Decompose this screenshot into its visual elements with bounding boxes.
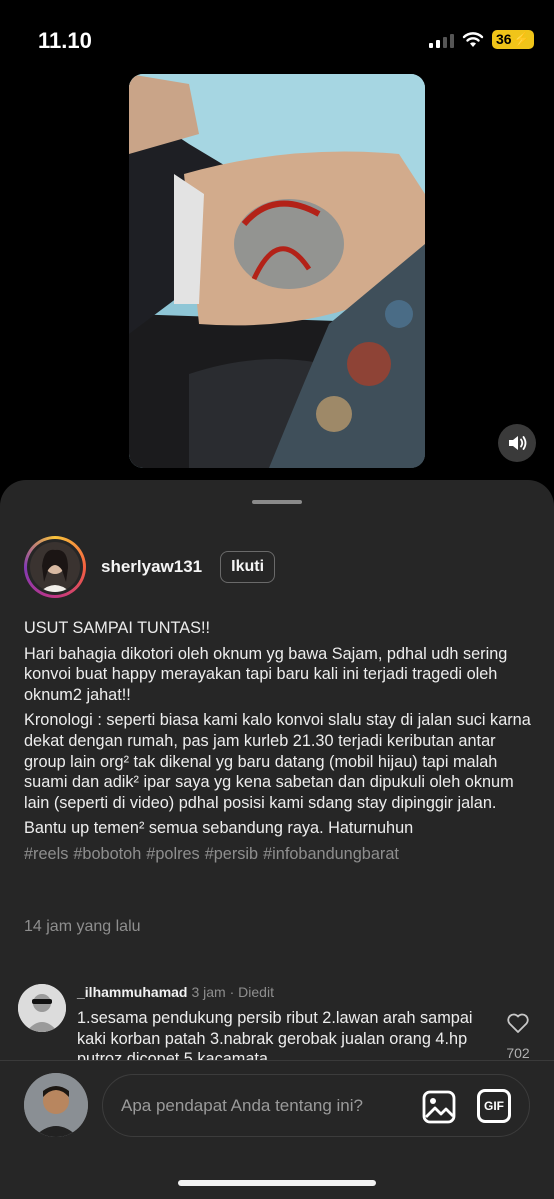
image-icon[interactable]: [421, 1089, 457, 1125]
hashtag-link[interactable]: #reels: [24, 845, 68, 863]
post-author: sherlyaw131 Ikuti: [24, 536, 276, 598]
like-count: 702: [506, 1045, 530, 1060]
hashtag-link[interactable]: #persib: [205, 845, 258, 863]
hashtag-list: #reels #bobotoh #polres #persib #infobandung…: [24, 844, 536, 865]
comment-input[interactable]: Apa pendapat Anda tentang ini? GIF: [102, 1074, 530, 1137]
follow-button[interactable]: Ikuti: [220, 551, 276, 583]
comment-text: 1.sesama pendukung persib ribut 2.lawan …: [77, 1009, 473, 1060]
battery-indicator: 36 ⚡: [491, 30, 534, 49]
status-bar: 11.10 36 ⚡: [0, 0, 554, 70]
post-caption: USUT SAMPAI TUNTAS!! Hari bahagia dikoto…: [24, 618, 536, 870]
commenter-username[interactable]: _ilhammuhamad: [77, 984, 187, 1000]
caption-paragraph: Bantu up temen² semua sebandung raya. Ha…: [24, 819, 414, 838]
hashtag-link[interactable]: #polres: [146, 845, 199, 863]
wifi-icon: [462, 31, 484, 48]
battery-level: 36: [495, 31, 512, 47]
heart-icon[interactable]: [506, 1012, 530, 1034]
author-username[interactable]: sherlyaw131: [101, 557, 202, 577]
charging-icon: ⚡: [512, 31, 530, 47]
post-timestamp: 14 jam yang lalu: [24, 918, 141, 935]
home-indicator: [178, 1180, 376, 1186]
hashtag-link[interactable]: #infobandungbarat: [263, 845, 399, 863]
comment-like[interactable]: 702: [498, 1012, 538, 1060]
caption-title: USUT SAMPAI TUNTAS!!: [24, 619, 211, 637]
comment-meta: 3 jam · Diedit: [191, 984, 274, 1000]
comments-sheet: sherlyaw131 Ikuti USUT SAMPAI TUNTAS!! H…: [0, 480, 554, 1199]
comment-header: _ilhammuhamad 3 jam · Diedit: [77, 984, 274, 1000]
video-frame: [129, 74, 425, 468]
author-avatar[interactable]: [24, 536, 86, 598]
sheet-drag-handle[interactable]: [252, 500, 302, 504]
status-icons: 36 ⚡: [428, 30, 534, 49]
hashtag-link[interactable]: #bobotoh: [73, 845, 141, 863]
gif-icon[interactable]: GIF: [477, 1089, 511, 1123]
reply-bar: Apa pendapat Anda tentang ini? GIF: [0, 1060, 554, 1199]
comment-input-placeholder: Apa pendapat Anda tentang ini?: [121, 1096, 363, 1115]
commenter-avatar[interactable]: [18, 984, 66, 1032]
caption-paragraph: Kronologi : seperti biasa kami kalo konv…: [24, 711, 531, 812]
comment-item: _ilhammuhamad 3 jam · Diedit 1.sesama pen…: [18, 980, 554, 1060]
signal-icon: [428, 32, 454, 48]
current-user-avatar: [24, 1073, 88, 1137]
caption-paragraph: Hari bahagia dikotori oleh oknum yg bawa…: [24, 644, 508, 704]
volume-icon: [509, 436, 527, 450]
reel-video[interactable]: [129, 74, 425, 468]
status-time: 11.10: [38, 28, 92, 53]
volume-button[interactable]: [498, 424, 536, 462]
